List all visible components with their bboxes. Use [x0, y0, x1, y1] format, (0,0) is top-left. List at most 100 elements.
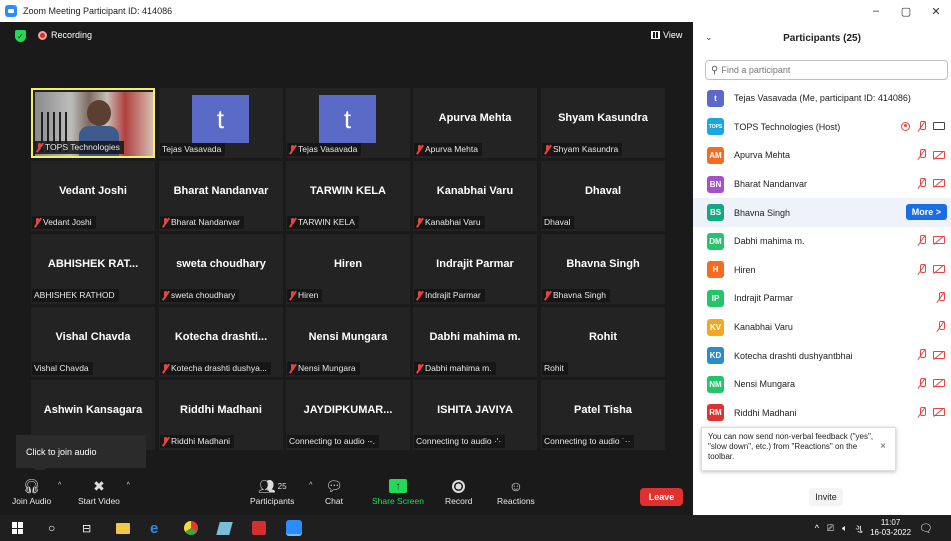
more-button[interactable]: More > — [905, 204, 947, 221]
participant-tile[interactable]: Apurva Mehta Apurva Mehta — [413, 88, 537, 158]
record-button[interactable]: Record — [445, 476, 472, 506]
participant-tile[interactable]: ISHITA JAVIYA Connecting to audio ·'· — [413, 380, 537, 450]
participant-tile[interactable]: TARWIN KELA TARWIN KELA — [286, 161, 410, 231]
clock[interactable]: 11:07 16-03-2022 — [870, 518, 911, 538]
participant-tile[interactable]: Riddhi Madhani Riddhi Madhani — [159, 380, 283, 450]
tile-label-text: Hiren — [298, 290, 319, 300]
share-screen-button[interactable]: ↑ Share Screen — [372, 476, 424, 506]
chat-button[interactable]: 💬︎ Chat — [325, 476, 343, 507]
minimize-button[interactable]: – — [861, 0, 891, 22]
mic-off-icon — [544, 291, 551, 300]
participants-button[interactable]: 👥︎ 25 ^ Participants — [250, 476, 312, 507]
participant-tile[interactable]: Hiren Hiren — [286, 234, 410, 304]
participant-tile[interactable]: Nensi Mungara Nensi Mungara — [286, 307, 410, 377]
mic-off-icon — [936, 320, 945, 332]
chevron-up-icon[interactable]: ^ — [127, 482, 130, 489]
reactions-notice: You can now send non-verbal feedback ("y… — [701, 427, 896, 471]
join-audio-button[interactable]: 🎧︎ ^ Join Audio — [12, 476, 61, 507]
tile-label: TOPS Technologies — [34, 141, 124, 154]
view-button[interactable]: View — [651, 30, 682, 40]
participant-row[interactable]: RM Riddhi Madhani — [693, 399, 951, 428]
participant-row[interactable]: AM Apurva Mehta — [693, 141, 951, 170]
start-video-button[interactable]: ✖ ^ Start Video — [78, 476, 130, 507]
participant-row[interactable]: t Tejas Vasavada (Me, participant ID: 414… — [693, 84, 951, 113]
avatar: t — [319, 95, 376, 143]
mic-off-icon — [917, 406, 926, 418]
participant-tile[interactable]: Kotecha drashti... Kotecha drashti dushya… — [159, 307, 283, 377]
mic-off-icon — [162, 291, 169, 300]
app-icon[interactable] — [216, 520, 233, 536]
participant-tile[interactable]: Patel Tisha Connecting to audio ˙·· — [541, 380, 665, 450]
mic-off-icon — [416, 145, 423, 154]
search-circle-icon[interactable]: ○ — [48, 520, 55, 536]
notification-icon[interactable]: 🗨︎ — [919, 522, 933, 535]
windows-taskbar: ○ ⊟ e ^ ⎚ 🔈︎ ગુ 11:07 16-03-2022 🗨︎ — [0, 515, 951, 541]
chevron-down-icon[interactable]: ⌄ — [705, 32, 713, 43]
participant-tile[interactable]: JAYDIPKUMAR... Connecting to audio ·-. — [286, 380, 410, 450]
participant-tile[interactable]: t Tejas Vasavada — [159, 88, 283, 158]
search-input[interactable] — [721, 65, 922, 75]
zoom-taskbar-icon[interactable] — [286, 520, 302, 536]
participant-row[interactable]: NM Nensi Mungara — [693, 370, 951, 399]
acrobat-icon[interactable] — [252, 520, 266, 536]
participant-list: t Tejas Vasavada (Me, participant ID: 414… — [693, 84, 951, 427]
tile-name: Indrajit Parmar — [436, 258, 514, 270]
participant-search[interactable]: ⚲ — [705, 60, 948, 80]
task-view-icon[interactable]: ⊟ — [82, 520, 91, 536]
participant-tile[interactable]: Vedant Joshi Vedant Joshi — [31, 161, 155, 231]
close-button[interactable]: ✕ — [921, 0, 951, 22]
chevron-up-icon[interactable]: ^ — [815, 523, 819, 533]
invite-button[interactable]: Invite — [809, 488, 843, 506]
participant-tile[interactable]: Indrajit Parmar Indrajit Parmar — [413, 234, 537, 304]
participant-tile[interactable]: Shyam Kasundra Shyam Kasundra — [541, 88, 665, 158]
participant-row[interactable]: BS Bhavna Singh More > — [693, 198, 951, 227]
mic-off-icon — [917, 377, 926, 389]
participant-tile[interactable]: Dhaval Dhaval — [541, 161, 665, 231]
participant-tile[interactable]: Kanabhai Varu Kanabhai Varu — [413, 161, 537, 231]
language-indicator[interactable]: ગુ — [856, 523, 863, 534]
tile-label-text: sweta choudhary — [171, 290, 236, 300]
camera-off-icon — [933, 379, 945, 388]
reactions-button[interactable]: ☺ Reactions — [497, 476, 535, 506]
file-explorer-icon[interactable] — [116, 520, 130, 536]
participant-tile[interactable]: Rohit Rohit — [541, 307, 665, 377]
camera-off-icon — [933, 350, 945, 359]
participant-row[interactable]: KV Kanabhai Varu — [693, 313, 951, 342]
chevron-up-icon[interactable]: ^ — [58, 482, 61, 489]
participant-row[interactable]: DM Dabhi mahima m. — [693, 227, 951, 256]
edge-icon[interactable]: e — [150, 520, 158, 537]
participant-row[interactable]: H Hiren — [693, 256, 951, 285]
participant-row[interactable]: KD Kotecha drashti dushyantbhai — [693, 341, 951, 370]
participant-tile[interactable]: Bharat Nandanvar Bharat Nandanvar — [159, 161, 283, 231]
shield-icon[interactable]: ✓ — [15, 30, 26, 42]
chrome-icon[interactable] — [184, 520, 198, 536]
participant-tile[interactable]: Vishal Chavda Vishal Chavda — [31, 307, 155, 377]
tile-label: Riddhi Madhani — [160, 435, 235, 448]
participant-name: Dabhi mahima m. — [734, 236, 805, 247]
tile-label: Shyam Kasundra — [542, 143, 623, 156]
participant-row[interactable]: IP Indrajit Parmar — [693, 284, 951, 313]
mic-off-icon — [416, 218, 423, 227]
participant-tile[interactable]: ABHISHEK RAT... ABHISHEK RATHOD — [31, 234, 155, 304]
recording-dot-icon — [38, 31, 47, 40]
notice-close-icon[interactable]: × — [880, 442, 886, 452]
maximize-button[interactable]: ▢ — [891, 0, 921, 22]
zoom-app-icon — [5, 5, 17, 17]
leave-button[interactable]: Leave — [640, 488, 683, 506]
participant-tile[interactable]: TOPS Technologies — [31, 88, 155, 158]
mic-off-icon — [162, 218, 169, 227]
tile-label-text: TOPS Technologies — [45, 142, 120, 152]
chevron-up-icon[interactable]: ^ — [309, 482, 312, 489]
tile-name: Bharat Nandanvar — [173, 185, 269, 197]
participant-tile[interactable]: t Tejas Vasavada — [286, 88, 410, 158]
tile-label-text: Riddhi Madhani — [171, 436, 231, 446]
start-button[interactable] — [12, 520, 24, 536]
participant-tile[interactable]: Dabhi mahima m. Dabhi mahima m. — [413, 307, 537, 377]
participant-tile[interactable]: Bhavna Singh Bhavna Singh — [541, 234, 665, 304]
headphones-icon: 🎧︎ — [22, 477, 41, 494]
participant-row[interactable]: TOPS TOPS Technologies (Host) — [693, 113, 951, 142]
participant-tile[interactable]: sweta choudhary sweta choudhary — [159, 234, 283, 304]
volume-icon[interactable]: 🔈︎ — [842, 523, 847, 534]
participant-row[interactable]: BN Bharat Nandanvar — [693, 170, 951, 199]
network-icon[interactable]: ⎚ — [827, 523, 834, 534]
